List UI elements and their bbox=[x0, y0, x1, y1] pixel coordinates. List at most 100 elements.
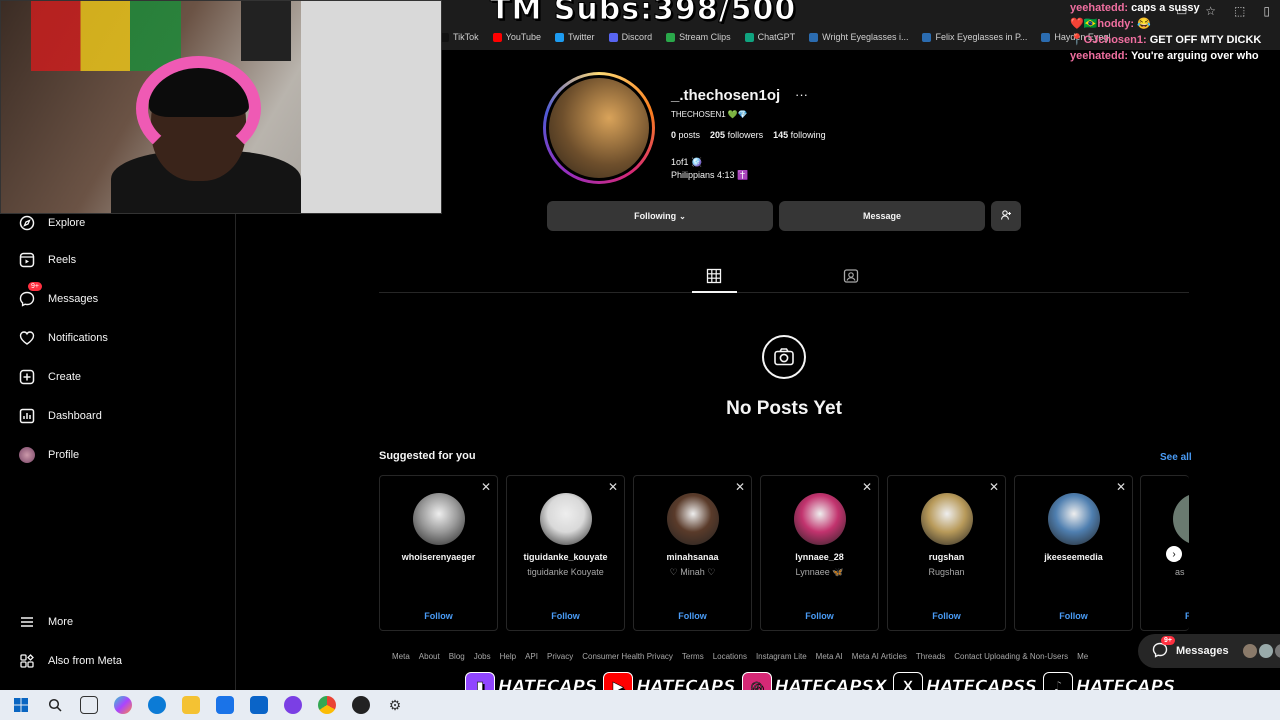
bookmark-item[interactable]: ChatGPT bbox=[744, 32, 795, 42]
obs-icon[interactable] bbox=[352, 696, 370, 714]
avatar[interactable] bbox=[413, 493, 465, 545]
sidebar-item-also-from-meta[interactable]: Also from Meta bbox=[18, 652, 122, 670]
following-button[interactable]: Following ⌄ bbox=[547, 201, 773, 231]
tab-posts[interactable] bbox=[706, 268, 722, 289]
footer-link[interactable]: Blog bbox=[449, 652, 465, 661]
bookmark-item[interactable]: YouTube bbox=[492, 32, 542, 42]
sidebar-item-explore[interactable]: Explore bbox=[18, 214, 85, 232]
suggestion-username[interactable]: rugshan bbox=[888, 552, 1005, 562]
chat-message: yeehatedd: caps a sussy bbox=[1070, 0, 1280, 16]
footer-link[interactable]: Consumer Health Privacy bbox=[582, 652, 673, 661]
suggestion-username[interactable]: minahsanaa bbox=[634, 552, 751, 562]
follow-button[interactable]: Follow bbox=[380, 611, 497, 621]
sidebar-item-label: Dashboard bbox=[48, 410, 102, 422]
close-icon[interactable]: ✕ bbox=[989, 480, 999, 494]
footer-link[interactable]: Instagram Lite bbox=[756, 652, 807, 661]
follow-button[interactable]: Follow bbox=[888, 611, 1005, 621]
followers-count[interactable]: 205 followers bbox=[710, 130, 763, 140]
stream-chat: yeehatedd: caps a sussy ❤️🇧🇷hoddy: 😂 📍OJch… bbox=[1070, 0, 1280, 64]
footer-link[interactable]: Contact Uploading & Non-Users bbox=[954, 652, 1068, 661]
search-icon[interactable] bbox=[46, 696, 64, 714]
sidebar-item-profile[interactable]: Profile bbox=[18, 446, 79, 464]
tab-tagged[interactable] bbox=[843, 268, 859, 289]
sidebar-item-notifications[interactable]: Notifications bbox=[18, 329, 108, 347]
avatar[interactable] bbox=[667, 493, 719, 545]
headphones bbox=[136, 56, 261, 161]
footer-link[interactable]: Meta bbox=[392, 652, 410, 661]
avatar bbox=[18, 446, 36, 464]
windows-start-icon[interactable] bbox=[12, 696, 30, 714]
follow-button[interactable]: Follow bbox=[761, 611, 878, 621]
footer-link[interactable]: About bbox=[419, 652, 440, 661]
footer-link[interactable]: Terms bbox=[682, 652, 704, 661]
avatar[interactable] bbox=[794, 493, 846, 545]
sidebar-item-reels[interactable]: Reels bbox=[18, 251, 76, 269]
footer-link[interactable]: Me bbox=[1077, 652, 1088, 661]
footer-link[interactable]: Meta AI Articles bbox=[852, 652, 907, 661]
suggestion-name: ♡ Minah ♡ bbox=[669, 567, 716, 577]
sidebar-item-label: Notifications bbox=[48, 332, 108, 344]
settings-gear-icon[interactable]: ⚙ bbox=[386, 696, 404, 714]
bookmark-item[interactable]: Wright Eyeglasses i... bbox=[809, 32, 908, 42]
messenger-icon: 9+ bbox=[18, 282, 42, 308]
close-icon[interactable]: ✕ bbox=[608, 480, 618, 494]
sidebar-item-dashboard[interactable]: Dashboard bbox=[18, 407, 102, 425]
sidebar-item-create[interactable]: Create bbox=[18, 368, 81, 386]
suggestion-username[interactable]: whoiserenyaeger bbox=[380, 552, 497, 562]
avatar[interactable] bbox=[1048, 493, 1100, 545]
footer-link[interactable]: API bbox=[525, 652, 538, 661]
outlook-icon[interactable] bbox=[250, 696, 268, 714]
close-icon[interactable]: ✕ bbox=[1116, 480, 1126, 494]
suggestion-username[interactable]: jkeeseemedia bbox=[1015, 552, 1132, 562]
more-options-icon[interactable]: ··· bbox=[795, 87, 808, 102]
avatar[interactable] bbox=[921, 493, 973, 545]
empty-state-title: No Posts Yet bbox=[726, 398, 842, 419]
chrome-icon[interactable] bbox=[318, 696, 336, 714]
avatar[interactable] bbox=[540, 493, 592, 545]
suggestion-username[interactable]: lynnaee_28 bbox=[761, 552, 878, 562]
posts-count: 0 posts bbox=[671, 130, 701, 140]
copilot-icon[interactable] bbox=[114, 696, 132, 714]
follow-button[interactable]: F bbox=[1185, 611, 1189, 621]
file-explorer-icon[interactable] bbox=[182, 696, 200, 714]
footer-link[interactable]: Locations bbox=[713, 652, 747, 661]
follow-button[interactable]: Follow bbox=[634, 611, 751, 621]
footer-link[interactable]: Privacy bbox=[547, 652, 573, 661]
suggestion-username[interactable]: tiguidanke_kouyate bbox=[507, 552, 624, 562]
suggest-user-button[interactable] bbox=[991, 201, 1021, 231]
footer-link[interactable]: Help bbox=[500, 652, 516, 661]
recent-avatars bbox=[1242, 644, 1280, 658]
messages-pill[interactable]: 9+ Messages bbox=[1138, 634, 1280, 668]
footer-link[interactable]: Threads bbox=[916, 652, 945, 661]
footer-link[interactable]: Jobs bbox=[474, 652, 491, 661]
follow-button[interactable]: Follow bbox=[1015, 611, 1132, 621]
messenger-icon: 9+ bbox=[1152, 635, 1175, 661]
grid-icon bbox=[706, 268, 722, 288]
bookmark-label: TikTok bbox=[453, 32, 479, 42]
app-icon[interactable] bbox=[284, 696, 302, 714]
profile-avatar[interactable] bbox=[543, 72, 655, 184]
bookmark-item[interactable]: Twitter bbox=[555, 32, 595, 42]
sidebar-item-more[interactable]: More bbox=[18, 613, 73, 631]
bookmark-label: YouTube bbox=[505, 32, 542, 42]
footer-link[interactable]: Meta AI bbox=[816, 652, 843, 661]
bookmark-item[interactable]: Stream Clips bbox=[666, 32, 731, 42]
bookmark-item[interactable]: Discord bbox=[608, 32, 652, 42]
following-count[interactable]: 145 following bbox=[773, 130, 826, 140]
see-all-link[interactable]: See all bbox=[1160, 452, 1192, 463]
sidebar-item-messages[interactable]: 9+ Messages bbox=[18, 282, 98, 308]
chat-username: yeehatedd: bbox=[1070, 50, 1129, 62]
close-icon[interactable]: ✕ bbox=[735, 480, 745, 494]
bookmark-item[interactable]: Felix Eyeglasses in P... bbox=[922, 32, 1027, 42]
messages-pill-label: Messages bbox=[1176, 645, 1229, 657]
store-icon[interactable] bbox=[216, 696, 234, 714]
edge-icon[interactable] bbox=[148, 696, 166, 714]
close-icon[interactable]: ✕ bbox=[481, 480, 491, 494]
message-button[interactable]: Message bbox=[779, 201, 985, 231]
chat-text: You're arguing over who bbox=[1130, 50, 1259, 62]
follow-button[interactable]: Follow bbox=[507, 611, 624, 621]
task-view-icon[interactable] bbox=[80, 696, 98, 714]
chevron-right-icon[interactable]: › bbox=[1166, 546, 1182, 562]
bookmark-item[interactable]: TikTok bbox=[440, 32, 479, 42]
close-icon[interactable]: ✕ bbox=[862, 480, 872, 494]
